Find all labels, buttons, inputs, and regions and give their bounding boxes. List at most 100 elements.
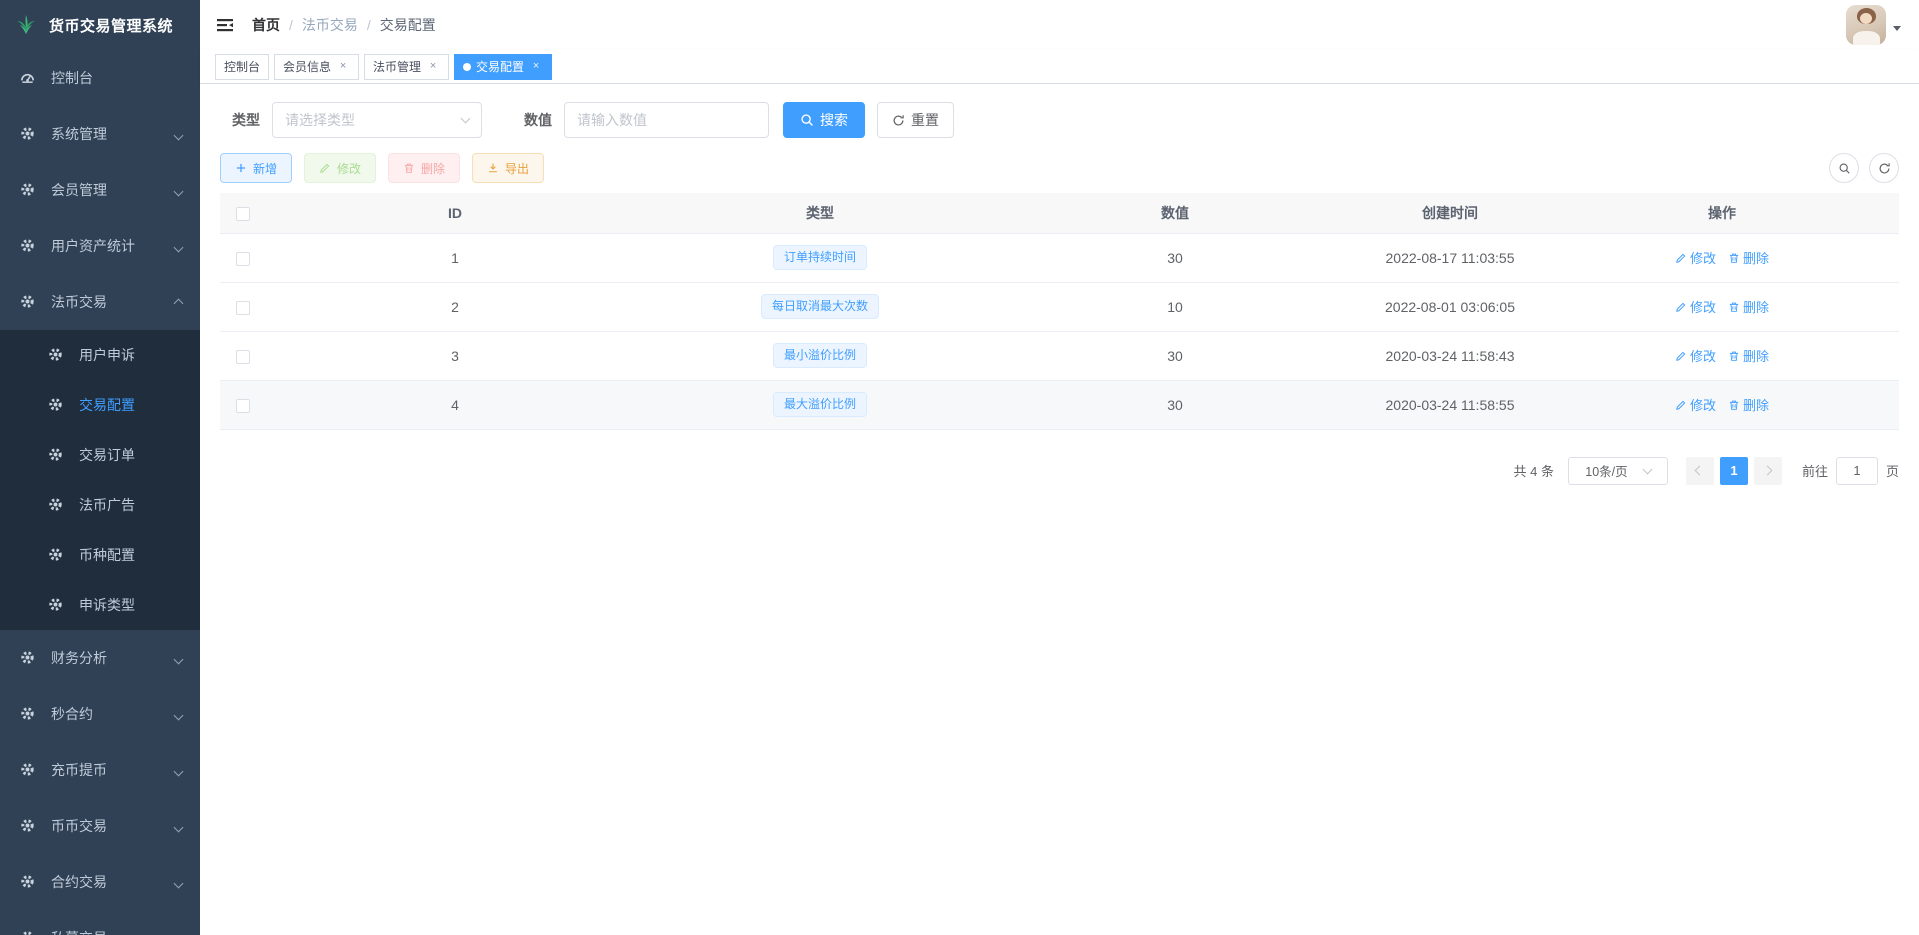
gear-icon	[20, 182, 36, 198]
pagination: 共 4 条 10条/页 1 前往 页	[220, 457, 1899, 485]
gear-icon	[20, 874, 36, 890]
close-icon[interactable]: ×	[426, 60, 440, 74]
chevron-down-icon	[175, 818, 182, 834]
caret-down-icon	[1893, 26, 1901, 31]
hamburger-icon[interactable]	[215, 15, 235, 35]
sidebar-subitem-交易订单[interactable]: 交易订单	[0, 430, 200, 480]
next-page-button[interactable]	[1754, 457, 1782, 485]
page-unit-label: 页	[1886, 461, 1899, 480]
chevron-down-icon	[175, 650, 182, 666]
app-root: 货币交易管理系统 控制台系统管理会员管理用户资产统计法币交易用户申诉交易配置交易…	[0, 0, 1919, 935]
chevron-down-icon	[461, 114, 471, 124]
sidebar-menu: 控制台系统管理会员管理用户资产统计法币交易用户申诉交易配置交易订单法币广告币种配…	[0, 50, 200, 935]
prev-page-button[interactable]	[1686, 457, 1714, 485]
export-button[interactable]: 导出	[472, 153, 544, 183]
gear-icon	[48, 497, 64, 513]
sidebar-subitem-用户申诉[interactable]: 用户申诉	[0, 330, 200, 380]
row-delete-link[interactable]: 删除	[1728, 297, 1769, 316]
delete-button[interactable]: 删除	[388, 153, 460, 183]
gear-icon	[20, 930, 36, 935]
sidebar-item-用户资产统计[interactable]: 用户资产统计	[0, 218, 200, 274]
chevron-down-icon	[175, 762, 182, 778]
top-navbar: 首页 / 法币交易 / 交易配置	[200, 0, 1919, 50]
chevron-down-icon	[175, 126, 182, 142]
add-button[interactable]: 新增	[220, 153, 292, 183]
sidebar-item-系统管理[interactable]: 系统管理	[0, 106, 200, 162]
tab-法币管理[interactable]: 法币管理×	[364, 54, 449, 80]
row-edit-link[interactable]: 修改	[1675, 395, 1716, 414]
table-header-row: ID 类型 数值 创建时间 操作	[220, 193, 1899, 233]
table-row[interactable]: 3最小溢价比例302020-03-24 11:58:43修改删除	[220, 331, 1899, 380]
type-tag: 最大溢价比例	[773, 392, 867, 417]
sidebar-subitem-法币广告[interactable]: 法币广告	[0, 480, 200, 530]
row-edit-link[interactable]: 修改	[1675, 297, 1716, 316]
gear-icon	[20, 238, 36, 254]
reset-button[interactable]: 重置	[877, 102, 954, 138]
sidebar-item-充币提币[interactable]: 充币提币	[0, 742, 200, 798]
search-icon	[800, 113, 814, 127]
sidebar-item-秒合约[interactable]: 秒合约	[0, 686, 200, 742]
type-tag: 最小溢价比例	[773, 343, 867, 368]
chevron-down-icon	[1642, 464, 1652, 474]
chevron-down-icon	[175, 930, 182, 935]
sidebar-item-label: 秒合约	[51, 704, 93, 724]
sidebar-item-合约交易[interactable]: 合约交易	[0, 854, 200, 910]
sidebar-subitem-币种配置[interactable]: 币种配置	[0, 530, 200, 580]
row-delete-link[interactable]: 删除	[1728, 395, 1769, 414]
tab-控制台[interactable]: 控制台	[215, 54, 269, 80]
refresh-icon	[1878, 162, 1891, 175]
type-select[interactable]: 请选择类型	[272, 102, 482, 138]
tab-交易配置[interactable]: 交易配置×	[454, 54, 552, 80]
page-size-select[interactable]: 10条/页	[1568, 457, 1668, 485]
row-checkbox[interactable]	[236, 350, 250, 364]
edit-button[interactable]: 修改	[304, 153, 376, 183]
row-checkbox[interactable]	[236, 252, 250, 266]
sidebar: 货币交易管理系统 控制台系统管理会员管理用户资产统计法币交易用户申诉交易配置交易…	[0, 0, 200, 935]
value-input[interactable]	[564, 102, 769, 138]
table-row[interactable]: 2每日取消最大次数102022-08-01 03:06:05修改删除	[220, 282, 1899, 331]
close-icon[interactable]: ×	[336, 60, 350, 74]
search-button[interactable]: 搜索	[783, 102, 865, 138]
sidebar-item-私募交易[interactable]: 私募交易	[0, 910, 200, 935]
avatar[interactable]	[1846, 5, 1886, 45]
page-number-current[interactable]: 1	[1720, 457, 1748, 485]
chevron-right-icon	[1763, 466, 1773, 476]
close-icon[interactable]: ×	[529, 60, 543, 74]
app-logo: 货币交易管理系统	[0, 0, 200, 50]
plus-icon	[235, 162, 247, 174]
row-checkbox[interactable]	[236, 301, 250, 315]
sidebar-item-控制台[interactable]: 控制台	[0, 50, 200, 106]
sidebar-item-法币交易[interactable]: 法币交易	[0, 274, 200, 330]
main-area: 首页 / 法币交易 / 交易配置 控制台会员信息×法币管理×交易配置× 类型 请…	[200, 0, 1919, 935]
sidebar-item-财务分析[interactable]: 财务分析	[0, 630, 200, 686]
sidebar-subitem-交易配置[interactable]: 交易配置	[0, 380, 200, 430]
trash-icon	[403, 162, 415, 174]
row-checkbox[interactable]	[236, 399, 250, 413]
sidebar-item-label: 币种配置	[79, 545, 135, 565]
select-all-checkbox[interactable]	[236, 207, 250, 221]
gear-icon	[48, 347, 64, 363]
sidebar-item-label: 用户资产统计	[51, 236, 135, 256]
breadcrumb-home[interactable]: 首页	[252, 15, 280, 35]
active-dot	[463, 63, 471, 71]
row-edit-link[interactable]: 修改	[1675, 346, 1716, 365]
goto-page-input[interactable]	[1836, 457, 1878, 485]
show-search-button[interactable]	[1829, 153, 1859, 183]
tab-label: 控制台	[224, 58, 260, 75]
tags-view-bar: 控制台会员信息×法币管理×交易配置×	[200, 50, 1919, 84]
chevron-down-icon	[175, 874, 182, 890]
col-header-type: 类型	[645, 193, 995, 233]
table-row[interactable]: 4最大溢价比例302020-03-24 11:58:55修改删除	[220, 380, 1899, 429]
sidebar-item-会员管理[interactable]: 会员管理	[0, 162, 200, 218]
row-delete-link[interactable]: 删除	[1728, 248, 1769, 267]
page-content: 类型 请选择类型 数值 搜索	[200, 84, 1919, 935]
user-menu[interactable]	[1846, 5, 1901, 45]
row-delete-link[interactable]: 删除	[1728, 346, 1769, 365]
table-row[interactable]: 1订单持续时间302022-08-17 11:03:55修改删除	[220, 233, 1899, 282]
row-edit-link[interactable]: 修改	[1675, 248, 1716, 267]
sidebar-item-币币交易[interactable]: 币币交易	[0, 798, 200, 854]
submenu: 用户申诉交易配置交易订单法币广告币种配置申诉类型	[0, 330, 200, 630]
refresh-table-button[interactable]	[1869, 153, 1899, 183]
sidebar-subitem-申诉类型[interactable]: 申诉类型	[0, 580, 200, 630]
tab-会员信息[interactable]: 会员信息×	[274, 54, 359, 80]
